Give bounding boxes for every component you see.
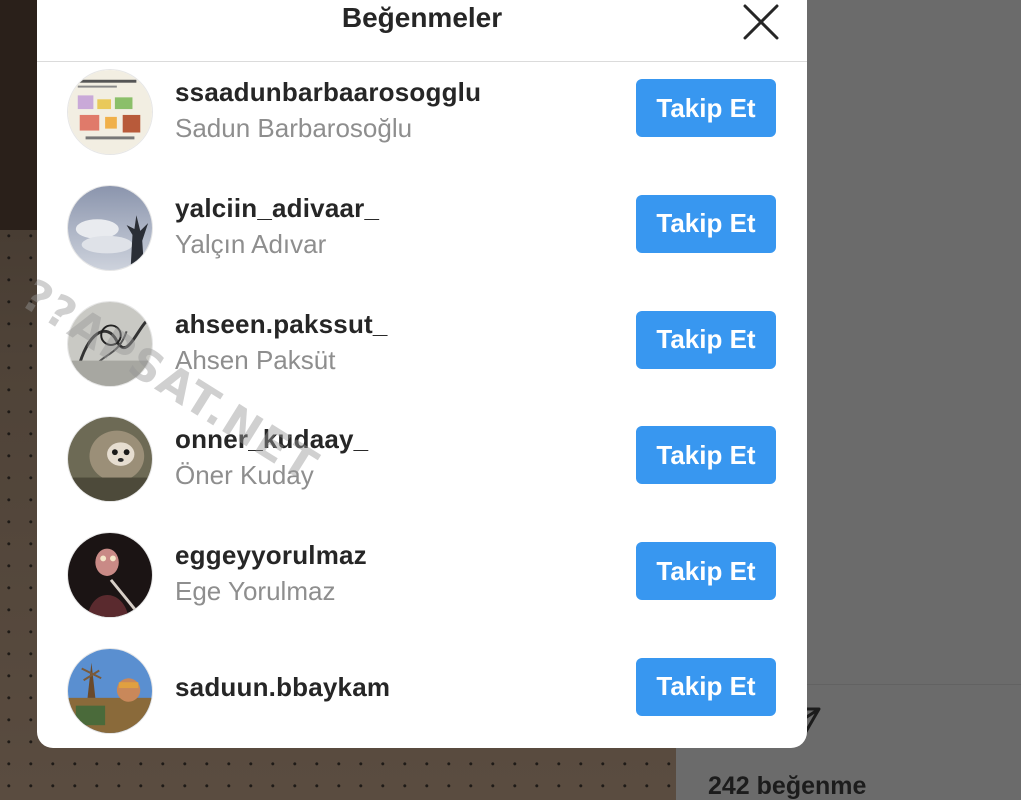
follow-button[interactable]: Takip Et [636,657,776,716]
username[interactable]: saduun.bbaykam [175,672,390,703]
list-item: ssaadunbarbaarosogglu Sadun Barbarosoğlu… [37,63,807,179]
username[interactable]: ssaadunbarbaarosogglu [175,77,481,108]
list-item: onner_kudaay_ Öner Kuday Takip Et [37,410,807,526]
outdoor-avatar[interactable] [67,647,153,734]
follow-button[interactable]: Takip Et [636,426,776,485]
list-item: ahseen.pakssut_ Ahsen Paksüt Takip Et [37,295,807,411]
close-icon [743,4,779,40]
username[interactable]: onner_kudaay_ [175,424,368,455]
sketch-avatar[interactable] [67,300,153,387]
follow-button[interactable]: Takip Et [636,194,776,253]
close-button[interactable] [741,2,781,42]
likes-count[interactable]: 242 beğenme [708,772,866,800]
username[interactable]: eggeyyorulmaz [175,540,367,571]
full-name: Yalçın Adıvar [175,228,327,259]
photo-shadow [0,0,40,230]
username[interactable]: ahseen.pakssut_ [175,309,388,340]
modal-title: Beğenmeler [341,2,503,33]
infographic-avatar[interactable] [67,69,153,155]
likes-modal: Beğenmeler ssaadunbarbaarosogglu Sadun B… [37,0,807,748]
full-name: Ege Yorulmaz [175,576,336,607]
follow-button[interactable]: Takip Et [636,79,776,137]
full-name: Öner Kuday [175,460,314,491]
username[interactable]: yalciin_adivaar_ [175,193,379,224]
sloth-avatar[interactable] [67,416,153,503]
dark-portrait-avatar[interactable] [67,532,153,619]
list-item: eggeyyorulmaz Ege Yorulmaz Takip Et [37,526,807,642]
follow-button[interactable]: Takip Et [636,310,776,369]
full-name: Sadun Barbarosoğlu [175,113,413,143]
likers-list: ssaadunbarbaarosogglu Sadun Barbarosoğlu… [37,63,807,748]
modal-header: Beğenmeler [37,0,807,62]
follow-button[interactable]: Takip Et [636,542,776,601]
list-item: yalciin_adivaar_ Yalçın Adıvar Takip Et [37,179,807,295]
sky-tree-avatar[interactable] [67,184,153,271]
full-name: Ahsen Paksüt [175,344,336,375]
list-item: saduun.bbaykam Takip Et [37,642,807,748]
